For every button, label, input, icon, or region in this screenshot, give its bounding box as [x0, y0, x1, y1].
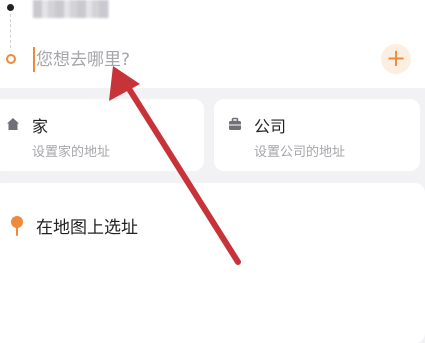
map-pick-label: 在地图上选址	[36, 218, 138, 238]
home-shortcut-card[interactable]: 家 设置家的地址	[0, 99, 204, 171]
map-pick-panel[interactable]: 在地图上选址	[0, 183, 425, 343]
text-cursor	[33, 47, 35, 72]
company-subtitle: 设置公司的地址	[254, 145, 346, 160]
home-subtitle: 设置家的地址	[32, 145, 111, 160]
destination-point-icon	[6, 54, 16, 64]
route-panel: +	[0, 0, 425, 88]
home-icon	[7, 118, 19, 130]
destination-input[interactable]	[36, 46, 336, 74]
company-title: 公司	[254, 117, 287, 136]
home-title: 家	[32, 117, 49, 136]
route-connector	[10, 14, 12, 48]
company-shortcut-card[interactable]: 公司 设置公司的地址	[214, 99, 420, 171]
briefcase-icon	[229, 117, 241, 130]
add-waypoint-button[interactable]: +	[381, 44, 411, 74]
start-location-blurred[interactable]	[33, 0, 109, 18]
start-point-icon	[7, 4, 14, 11]
map-pin-icon	[11, 216, 23, 236]
